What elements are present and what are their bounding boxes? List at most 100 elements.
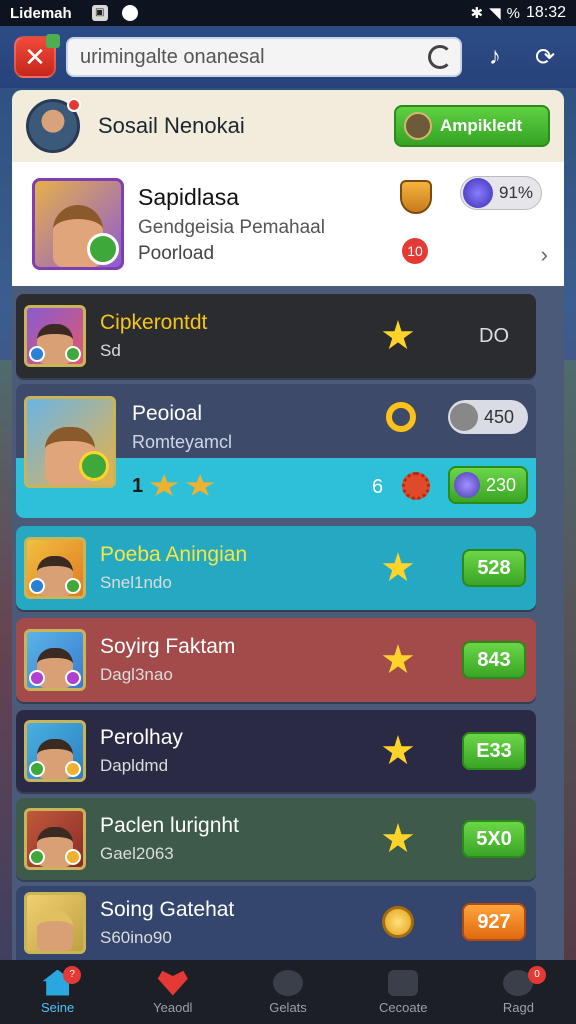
featured-portrait: [32, 178, 124, 270]
featured-subtitle: Gendgeisia Pemahaal: [138, 216, 325, 238]
row-portrait: [24, 808, 86, 870]
chevron-right-icon[interactable]: ›: [541, 242, 548, 268]
list-item[interactable]: Soyirg Faktam Dagl3nao 843: [16, 618, 536, 702]
expanded-value: 230: [486, 474, 517, 495]
row-portrait: [24, 305, 86, 367]
row-score[interactable]: E33: [462, 732, 526, 770]
row-badge-left-icon: [29, 849, 45, 865]
row-score[interactable]: 5X0: [462, 820, 526, 858]
star-icon: [382, 644, 414, 674]
star-icon: [185, 474, 215, 496]
bottom-navigation: ? Seine Yeaodl Gelats Cecoate 0 Ragd: [0, 960, 576, 1024]
list-item[interactable]: Paclen lurignht Gael2063 5X0: [16, 798, 536, 880]
row-title: Perolhay: [100, 726, 183, 749]
row-text: Perolhay Dapldmd: [100, 726, 183, 776]
nav-label: Gelats: [269, 999, 307, 1015]
row-badge-left-icon: [29, 346, 45, 362]
featured-count-badge: 10: [402, 238, 428, 264]
nav-badge: 0: [528, 966, 547, 984]
list-item[interactable]: Soing Gatehat S60ino90 927: [16, 886, 536, 960]
expanded-title: Peoioal: [132, 402, 203, 425]
nav-label: Yeaodl: [153, 999, 193, 1015]
bluetooth-icon: ✱: [470, 5, 484, 22]
status-right: ✱ ◥ % 18:32: [470, 4, 566, 22]
row-score: DO: [479, 324, 509, 347]
top-bar: ✕ ♪ ⟳: [0, 26, 576, 88]
profile-header: Sosail Nenokai Ampikledt: [12, 90, 564, 162]
nav-badge: ?: [63, 966, 82, 984]
wifi-icon: ◥: [489, 5, 501, 22]
row-text: Poeba Aningian Snel1ndo: [100, 543, 247, 593]
row-title: Soing Gatehat: [100, 898, 235, 921]
row-badge-left-icon: [29, 670, 45, 686]
avatar[interactable]: [26, 98, 81, 153]
nav-label: Cecoate: [379, 999, 428, 1015]
list-item[interactable]: Perolhay Dapldmd E33: [16, 710, 536, 792]
search-bar[interactable]: [66, 37, 462, 77]
expanded-list-item[interactable]: Peoioal Romteyamcl 450 1 6 230: [16, 384, 536, 518]
expanded-portrait: [24, 396, 116, 488]
profile-name: Sosail Nenokai: [98, 113, 245, 138]
row-badge-left-icon: [29, 761, 45, 777]
row-title: Paclen lurignht: [100, 814, 239, 837]
gear-icon: [402, 472, 430, 500]
row-title: Poeba Aningian: [100, 543, 248, 566]
expanded-badge-icon: [79, 451, 109, 481]
mini-badge-icon: [46, 34, 60, 48]
nav-item-home[interactable]: ? Seine: [0, 960, 115, 1024]
music-icon[interactable]: ♪: [478, 40, 512, 74]
row-badge-left-icon: [29, 578, 45, 594]
ring-icon: [386, 402, 416, 432]
shield-icon: [400, 180, 432, 214]
expanded-lower-left: 1: [132, 474, 215, 498]
close-button[interactable]: ✕: [14, 34, 60, 78]
notification-icon: ▣: [91, 5, 108, 21]
heart-icon: [157, 970, 188, 996]
nav-item-rankings[interactable]: Cecoate: [346, 960, 461, 1024]
list-item[interactable]: Cipkerontdt Sd DO: [16, 294, 536, 378]
row-portrait: [24, 537, 86, 599]
star-icon: [382, 552, 414, 582]
row-portrait: [24, 892, 86, 954]
trophy-icon: [388, 969, 419, 996]
amplify-button[interactable]: Ampikledt: [394, 105, 550, 147]
featured-text: Sapidlasa Gendgeisia Pemahaal Poorload: [138, 184, 325, 265]
expanded-lower-count: 6: [372, 476, 384, 498]
clock-time: 18:32: [525, 4, 566, 21]
status-bar: Lidemah ▣ ✱ ◥ % 18:32: [0, 0, 576, 26]
row-badge-right-icon: [65, 578, 81, 594]
nav-item-profile[interactable]: 0 Ragd: [461, 960, 576, 1024]
row-score[interactable]: 528: [462, 549, 526, 587]
nav-item-favorites[interactable]: Yeaodl: [115, 960, 230, 1024]
star-icon: [149, 474, 179, 496]
search-input[interactable]: [80, 45, 420, 69]
list-item[interactable]: Poeba Aningian Snel1ndo 528: [16, 526, 536, 610]
row-text: Paclen lurignht Gael2063: [100, 814, 239, 864]
nav-label: Seine: [40, 999, 75, 1015]
nav-item-history[interactable]: Gelats: [230, 960, 345, 1024]
expanded-lower-number: 1: [132, 474, 144, 497]
star-icon: [382, 735, 414, 765]
character-face: [37, 911, 73, 951]
row-subtitle: Gael2063: [100, 844, 174, 863]
row-score[interactable]: 843: [462, 641, 526, 679]
battery-icon: %: [506, 4, 520, 22]
amplify-icon: [404, 112, 432, 140]
amplify-label: Ampikledt: [440, 116, 523, 135]
featured-pill-value: 91%: [499, 183, 534, 202]
expanded-value-button[interactable]: 230: [448, 466, 528, 504]
carrier-label: Lidemah: [10, 4, 72, 22]
settings-icon[interactable]: ⟳: [528, 40, 562, 74]
gem-icon: [454, 472, 480, 498]
close-icon: ✕: [24, 41, 46, 72]
refresh-icon[interactable]: [428, 45, 452, 69]
expanded-pill-value: 450: [484, 406, 515, 427]
row-score[interactable]: 927: [462, 903, 526, 941]
app-notification-icon: [121, 5, 138, 21]
expanded-pill: 450: [448, 400, 528, 434]
featured-badge-icon: [87, 233, 119, 265]
featured-card[interactable]: Sapidlasa Gendgeisia Pemahaal Poorload 9…: [12, 162, 564, 286]
clock-icon: [273, 969, 303, 996]
gem-icon: [463, 178, 493, 208]
nav-label: Ragd: [502, 999, 534, 1015]
